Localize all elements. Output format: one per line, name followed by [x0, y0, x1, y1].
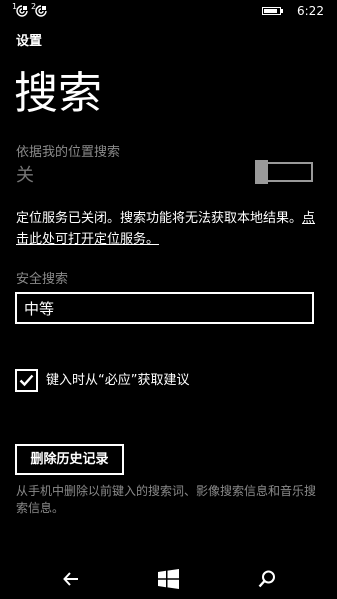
- suggestions-checkbox[interactable]: [15, 369, 38, 392]
- safe-search-select[interactable]: 中等: [15, 292, 314, 324]
- navigation-bar: [0, 559, 337, 599]
- location-search-value: 关: [16, 165, 34, 186]
- sim2-signal-icon: 2: [31, 3, 47, 17]
- safe-search-selected-value: 中等: [24, 300, 55, 318]
- history-description: 从手机中删除以前键入的搜索词、影像搜索信息和音乐搜索信息。: [16, 484, 317, 515]
- search-icon: [258, 570, 275, 588]
- toggle-thumb: [255, 160, 268, 184]
- location-search-toggle[interactable]: [255, 160, 313, 184]
- back-arrow-icon: [63, 572, 78, 586]
- delete-history-button[interactable]: 删除历史记录: [15, 444, 124, 475]
- back-button[interactable]: [15, 559, 127, 599]
- delete-history-label: 删除历史记录: [30, 452, 109, 467]
- location-search-label: 依据我的位置搜索: [16, 145, 121, 160]
- status-bar: 1 2 6:22: [0, 0, 337, 22]
- checkmark-icon: [19, 374, 34, 387]
- suggestions-label[interactable]: 键入时从“必应”获取建议: [46, 371, 189, 391]
- safe-search-label: 安全搜索: [16, 272, 69, 287]
- clock: 6:22: [297, 4, 324, 18]
- windows-logo-icon: [158, 569, 179, 589]
- battery-tip: [281, 9, 283, 13]
- location-info-text: 定位服务已关闭。搜索功能将无法获取本地结果。: [16, 211, 303, 226]
- search-button[interactable]: [210, 559, 322, 599]
- start-button[interactable]: [112, 559, 224, 599]
- battery-icon: [262, 7, 281, 15]
- location-info: 定位服务已关闭。搜索功能将无法获取本地结果。点击此处可打开定位服务。: [16, 208, 326, 250]
- sim1-signal-icon: 1: [12, 3, 28, 17]
- app-title: 设置: [16, 34, 43, 49]
- page-title: 搜索: [14, 68, 102, 119]
